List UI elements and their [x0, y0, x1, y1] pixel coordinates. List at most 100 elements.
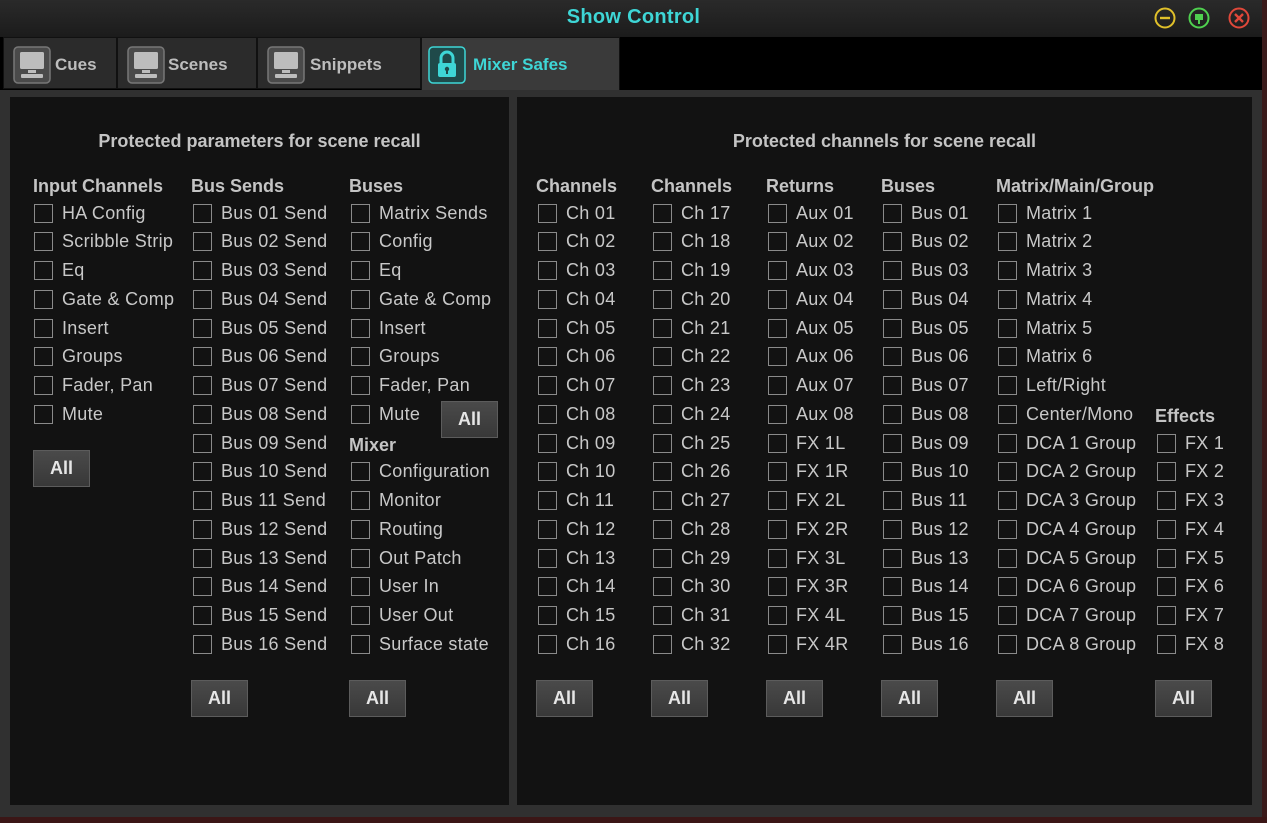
buses-all-button[interactable]: All [441, 401, 498, 438]
checkbox-user-in[interactable]: User In [351, 576, 439, 598]
checkbox-ch-13[interactable]: Ch 13 [538, 547, 616, 569]
checkbox-box[interactable] [883, 606, 902, 625]
checkbox-box[interactable] [653, 376, 672, 395]
checkbox-box[interactable] [34, 261, 53, 280]
checkbox-box[interactable] [351, 376, 370, 395]
checkbox-bus-03[interactable]: Bus 03 [883, 260, 969, 282]
checkbox-box[interactable] [998, 433, 1017, 453]
checkbox-ch-12[interactable]: Ch 12 [538, 518, 616, 540]
checkbox-bus-01[interactable]: Bus 01 [883, 202, 969, 224]
checkbox-bus-03-send[interactable]: Bus 03 Send [193, 260, 327, 282]
mixer-all-button[interactable]: All [349, 680, 406, 717]
checkbox-box[interactable] [653, 577, 672, 597]
checkbox-box[interactable] [653, 519, 672, 539]
checkbox-box[interactable] [998, 376, 1017, 395]
checkbox-box[interactable] [883, 491, 902, 510]
checkbox-box[interactable] [998, 318, 1017, 338]
checkbox-box[interactable] [351, 634, 370, 654]
checkbox-fx-2r[interactable]: FX 2R [768, 518, 849, 540]
checkbox-insert[interactable]: Insert [351, 317, 426, 339]
checkbox-dca-1-group[interactable]: DCA 1 Group [998, 432, 1136, 454]
pin-icon[interactable] [1188, 7, 1210, 29]
checkbox-ch-18[interactable]: Ch 18 [653, 231, 731, 253]
checkbox-routing[interactable]: Routing [351, 518, 443, 540]
checkbox-box[interactable] [883, 376, 902, 395]
checkbox-matrix-sends[interactable]: Matrix Sends [351, 202, 488, 224]
checkbox-box[interactable] [351, 347, 370, 367]
checkbox-box[interactable] [538, 232, 557, 252]
checkbox-matrix-1[interactable]: Matrix 1 [998, 202, 1092, 224]
checkbox-box[interactable] [768, 577, 787, 597]
checkbox-box[interactable] [351, 261, 370, 280]
checkbox-bus-15-send[interactable]: Bus 15 Send [193, 605, 327, 627]
checkbox-matrix-4[interactable]: Matrix 4 [998, 288, 1092, 310]
checkbox-bus-05[interactable]: Bus 05 [883, 317, 969, 339]
checkbox-box[interactable] [653, 318, 672, 338]
checkbox-ch-10[interactable]: Ch 10 [538, 461, 616, 483]
checkbox-left-right[interactable]: Left/Right [998, 375, 1106, 397]
checkbox-bus-12[interactable]: Bus 12 [883, 518, 969, 540]
checkbox-bus-04-send[interactable]: Bus 04 Send [193, 288, 327, 310]
checkbox-ch-06[interactable]: Ch 06 [538, 346, 616, 368]
channels-1-16-all-button[interactable]: All [536, 680, 593, 717]
checkbox-box[interactable] [1157, 519, 1176, 539]
checkbox-box[interactable] [351, 548, 370, 568]
checkbox-box[interactable] [538, 318, 557, 338]
checkbox-box[interactable] [351, 289, 370, 309]
close-icon[interactable] [1228, 7, 1250, 29]
checkbox-box[interactable] [34, 404, 53, 424]
checkbox-user-out[interactable]: User Out [351, 605, 453, 627]
checkbox-eq[interactable]: Eq [351, 260, 402, 282]
checkbox-ch-09[interactable]: Ch 09 [538, 432, 616, 454]
checkbox-bus-06-send[interactable]: Bus 06 Send [193, 346, 327, 368]
checkbox-box[interactable] [1157, 433, 1176, 453]
checkbox-box[interactable] [193, 289, 212, 309]
checkbox-box[interactable] [998, 577, 1017, 597]
checkbox-ch-03[interactable]: Ch 03 [538, 260, 616, 282]
checkbox-ch-28[interactable]: Ch 28 [653, 518, 731, 540]
checkbox-box[interactable] [1157, 491, 1176, 510]
checkbox-aux-04[interactable]: Aux 04 [768, 288, 854, 310]
checkbox-ch-16[interactable]: Ch 16 [538, 633, 616, 655]
checkbox-ch-27[interactable]: Ch 27 [653, 490, 731, 512]
checkbox-dca-6-group[interactable]: DCA 6 Group [998, 576, 1136, 598]
checkbox-fx-8[interactable]: FX 8 [1157, 633, 1224, 655]
checkbox-aux-05[interactable]: Aux 05 [768, 317, 854, 339]
checkbox-ch-32[interactable]: Ch 32 [653, 633, 731, 655]
checkbox-box[interactable] [34, 232, 53, 252]
checkbox-monitor[interactable]: Monitor [351, 490, 441, 512]
checkbox-dca-2-group[interactable]: DCA 2 Group [998, 461, 1136, 483]
checkbox-matrix-6[interactable]: Matrix 6 [998, 346, 1092, 368]
checkbox-aux-02[interactable]: Aux 02 [768, 231, 854, 253]
checkbox-box[interactable] [998, 289, 1017, 309]
checkbox-bus-16-send[interactable]: Bus 16 Send [193, 633, 327, 655]
checkbox-bus-10[interactable]: Bus 10 [883, 461, 969, 483]
checkbox-fx-3[interactable]: FX 3 [1157, 490, 1224, 512]
checkbox-box[interactable] [998, 491, 1017, 510]
checkbox-box[interactable] [538, 606, 557, 625]
checkbox-fx-1r[interactable]: FX 1R [768, 461, 849, 483]
checkbox-box[interactable] [538, 433, 557, 453]
checkbox-ch-25[interactable]: Ch 25 [653, 432, 731, 454]
checkbox-box[interactable] [538, 376, 557, 395]
checkbox-dca-3-group[interactable]: DCA 3 Group [998, 490, 1136, 512]
checkbox-ch-11[interactable]: Ch 11 [538, 490, 614, 512]
checkbox-out-patch[interactable]: Out Patch [351, 547, 462, 569]
checkbox-matrix-3[interactable]: Matrix 3 [998, 260, 1092, 282]
checkbox-fx-1l[interactable]: FX 1L [768, 432, 846, 454]
checkbox-box[interactable] [538, 634, 557, 654]
checkbox-box[interactable] [1157, 462, 1176, 482]
checkbox-fx-4r[interactable]: FX 4R [768, 633, 849, 655]
checkbox-box[interactable] [653, 347, 672, 367]
checkbox-fx-3r[interactable]: FX 3R [768, 576, 849, 598]
checkbox-box[interactable] [883, 318, 902, 338]
checkbox-box[interactable] [1157, 606, 1176, 625]
checkbox-box[interactable] [653, 232, 672, 252]
checkbox-ch-15[interactable]: Ch 15 [538, 605, 616, 627]
checkbox-ch-24[interactable]: Ch 24 [653, 403, 731, 425]
checkbox-box[interactable] [193, 433, 212, 453]
checkbox-box[interactable] [653, 261, 672, 280]
checkbox-box[interactable] [883, 347, 902, 367]
tab-snippets[interactable]: Snippets [257, 37, 421, 89]
checkbox-fx-2l[interactable]: FX 2L [768, 490, 846, 512]
